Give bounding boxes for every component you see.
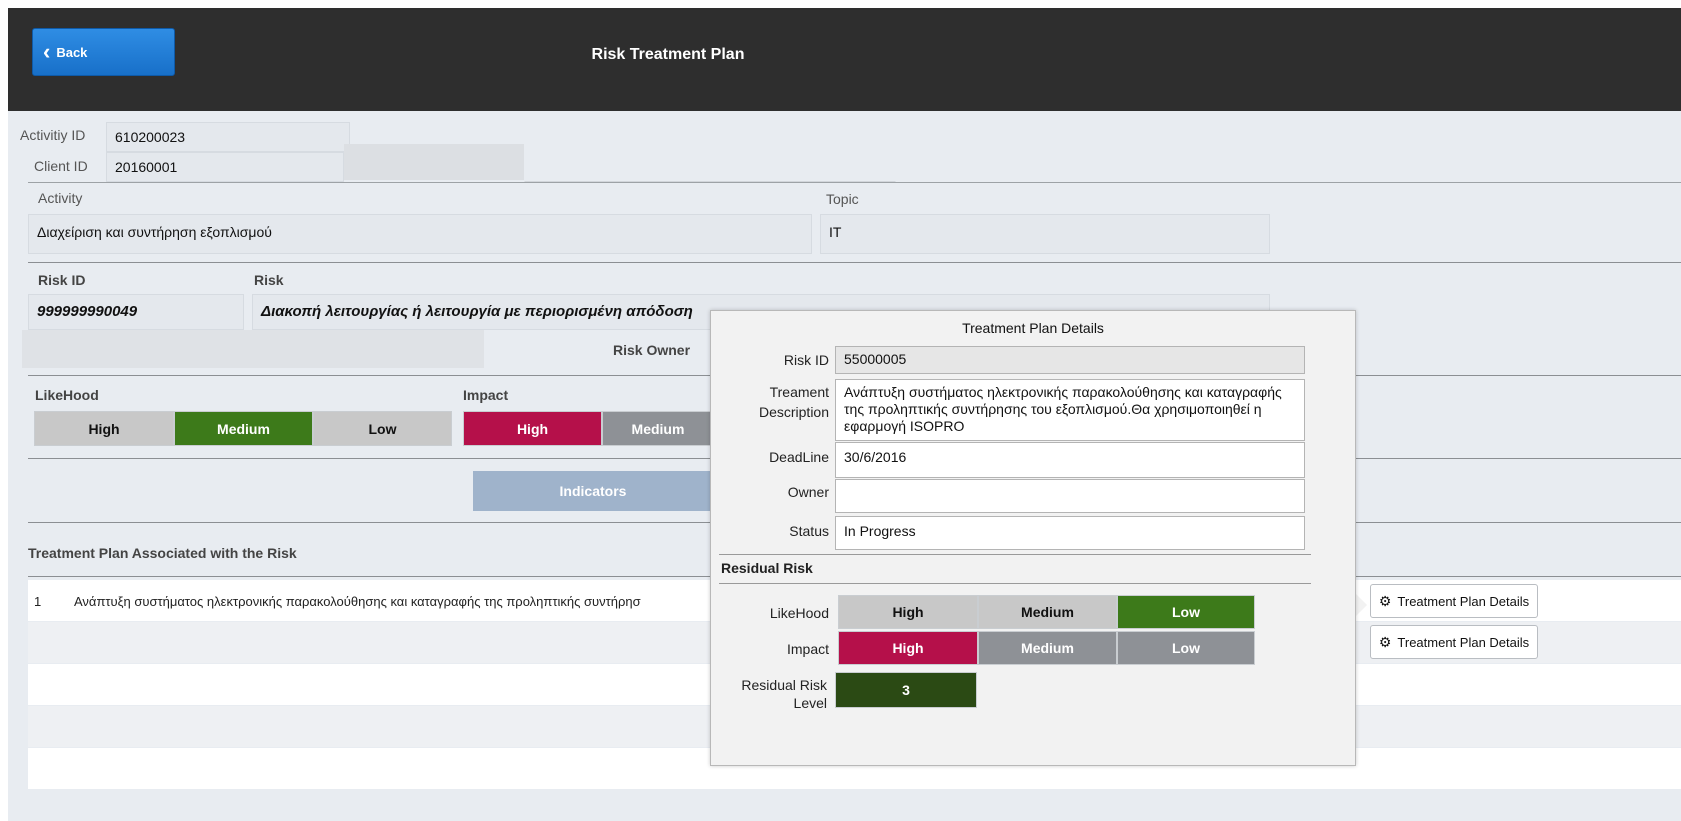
popover-risk-id-field: 55000005 [835, 346, 1305, 374]
app-frame: ‹ Back Risk Treatment Plan Activitiy ID … [8, 8, 1681, 821]
likelihood-high-button[interactable]: High [34, 411, 174, 446]
popover-owner-field[interactable] [835, 479, 1305, 513]
activity-id-field: 610200023 [106, 122, 350, 152]
likelihood-label: LikeHood [35, 387, 99, 403]
topic-field: IT [820, 214, 1270, 254]
gear-icon: ⚙ [1378, 592, 1392, 609]
popover-arrow [1355, 593, 1367, 617]
divider [28, 262, 1681, 263]
popover-status-label: Status [789, 523, 829, 539]
impact-label: Impact [463, 387, 509, 403]
treatment-section-title: Treatment Plan Associated with the Risk [28, 545, 297, 561]
residual-impact-low-button[interactable]: Low [1117, 631, 1255, 665]
popover-description-label: Treament Description [758, 384, 829, 420]
residual-risk-level-badge: 3 [835, 672, 977, 708]
popover-risk-id-label: Risk ID [783, 352, 829, 368]
residual-likelihood-high-button[interactable]: High [838, 595, 978, 629]
client-name-placeholder [344, 144, 524, 180]
residual-risk-header: Residual Risk [721, 560, 813, 576]
likelihood-medium-button[interactable]: Medium [174, 411, 313, 446]
page-title: Risk Treatment Plan [591, 46, 745, 63]
client-id-field: 20160001 [106, 152, 344, 182]
residual-likelihood-label: LikeHood [769, 605, 829, 621]
risk-label: Risk [254, 272, 284, 288]
popover-description-field[interactable]: Ανάπτυξη συστήματος ηλεκτρονικής παρακολ… [835, 379, 1305, 441]
indicators-button[interactable]: Indicators [473, 471, 713, 511]
impact-high-button[interactable]: High [463, 411, 602, 446]
row-text: Ανάπτυξη συστήματος ηλεκτρονικής παρακολ… [74, 594, 641, 609]
popover-owner-label: Owner [787, 484, 829, 500]
button-label: Treatment Plan Details [1397, 634, 1530, 650]
residual-impact-label: Impact [786, 641, 829, 657]
risk-owner-placeholder [22, 330, 484, 368]
activity-label: Activity [38, 190, 83, 206]
residual-impact-high-button[interactable]: High [838, 631, 978, 665]
treatment-plan-details-button[interactable]: ⚙ Treatment Plan Details [1370, 625, 1538, 659]
gear-icon: ⚙ [1378, 633, 1392, 650]
likelihood-low-button[interactable]: Low [313, 411, 452, 446]
divider [28, 182, 1681, 183]
risk-id-field: 999999990049 [28, 294, 244, 330]
topic-label: Topic [826, 191, 859, 207]
row-number: 1 [34, 594, 42, 609]
popover-title: Treatment Plan Details [962, 320, 1104, 336]
impact-medium-button[interactable]: Medium [602, 411, 714, 446]
residual-impact-medium-button[interactable]: Medium [978, 631, 1117, 665]
activity-id-label: Activitiy ID [20, 127, 86, 143]
residual-level-label: Residual Risk Level [741, 677, 827, 711]
popover-deadline-label: DeadLine [769, 449, 829, 465]
risk-owner-label: Risk Owner [613, 342, 691, 358]
treatment-plan-details-button[interactable]: ⚙ Treatment Plan Details [1370, 584, 1538, 618]
popover-status-field[interactable]: In Progress [835, 516, 1305, 550]
header-bar: ‹ Back Risk Treatment Plan [8, 8, 1681, 111]
client-id-label: Client ID [34, 158, 88, 174]
residual-likelihood-low-button[interactable]: Low [1117, 595, 1255, 629]
treatment-plan-popover: Treatment Plan Details Risk ID 55000005 … [710, 310, 1356, 766]
divider [719, 583, 1311, 584]
divider [719, 554, 1311, 555]
risk-id-label: Risk ID [38, 272, 86, 288]
client-name-field [524, 152, 896, 182]
popover-deadline-field[interactable]: 30/6/2016 [835, 442, 1305, 478]
button-label: Treatment Plan Details [1397, 593, 1530, 609]
residual-likelihood-medium-button[interactable]: Medium [978, 595, 1117, 629]
activity-field: Διαχείριση και συντήρηση εξοπλισμού [28, 214, 812, 254]
